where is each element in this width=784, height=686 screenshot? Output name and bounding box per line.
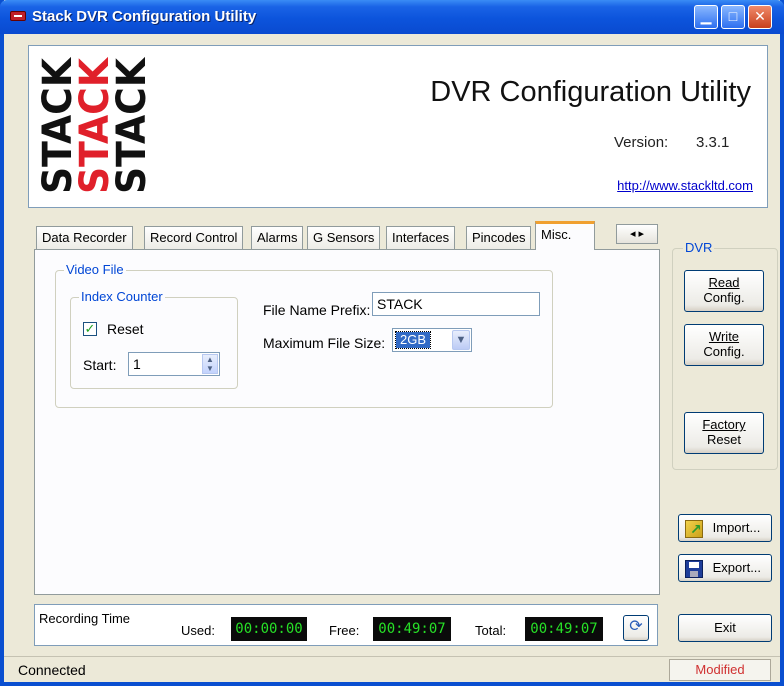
tab-data-recorder[interactable]: Data Recorder — [36, 226, 133, 250]
factory-reset-line1: Factory — [702, 417, 746, 432]
start-value: 1 — [133, 356, 141, 372]
total-label: Total: — [475, 623, 507, 638]
exit-button[interactable]: Exit — [678, 614, 772, 642]
reset-checkbox[interactable]: ✓ — [83, 322, 97, 336]
tab-pincodes[interactable]: Pincodes — [466, 226, 532, 250]
max-file-size-value: 2GB — [394, 331, 432, 349]
video-file-label: Video File — [64, 262, 126, 277]
header-panel: STACK STACK STACK DVR Configuration Util… — [28, 45, 768, 208]
tab-interfaces[interactable]: Interfaces — [386, 226, 456, 250]
file-name-prefix-input[interactable]: STACK — [372, 292, 540, 316]
recording-time-panel: Recording Time Used: 00:00:00 Free: 00:4… — [34, 604, 658, 646]
version-value: 3.3.1 — [696, 134, 730, 151]
index-counter-label: Index Counter — [79, 289, 165, 304]
title-bar[interactable]: Stack DVR Configuration Utility ▁ □ ✕ — [0, 0, 784, 34]
refresh-icon: ⟳ — [629, 618, 643, 635]
window-title: Stack DVR Configuration Utility — [32, 8, 257, 25]
spin-buttons[interactable]: ▲ ▼ — [202, 354, 218, 374]
close-icon: ✕ — [754, 8, 766, 24]
used-time-display: 00:00:00 — [231, 617, 307, 641]
start-spinbox[interactable]: 1 ▲ ▼ — [128, 352, 220, 376]
app-icon — [10, 11, 26, 21]
import-label: Import... — [712, 520, 761, 535]
version-label: Version: — [614, 134, 669, 151]
index-counter-group: Index Counter ✓ Reset Start: 1 ▲ ▼ — [70, 289, 238, 389]
spin-down-icon[interactable]: ▼ — [203, 364, 217, 373]
chevron-down-icon[interactable]: ▼ — [452, 330, 470, 350]
read-config-line2: Config. — [703, 290, 745, 305]
tab-g-sensors[interactable]: G Sensors — [307, 226, 381, 250]
minimize-icon: ▁ — [700, 8, 712, 24]
stack-logo: STACK STACK STACK — [39, 56, 151, 194]
file-name-prefix-label: File Name Prefix: — [263, 302, 371, 318]
logo-word-3: STACK — [109, 56, 151, 194]
website-link[interactable]: http://www.stackltd.com — [617, 178, 753, 193]
tab-scroll-buttons[interactable]: ◂ ▸ — [616, 224, 658, 244]
floppy-disk-icon — [685, 559, 703, 578]
spin-up-icon[interactable]: ▲ — [203, 355, 217, 364]
maximize-icon: □ — [728, 8, 738, 24]
max-file-size-label: Maximum File Size: — [263, 335, 386, 351]
modified-status: Modified — [669, 659, 771, 681]
free-label: Free: — [329, 623, 360, 638]
total-time-display: 00:49:07 — [525, 617, 603, 641]
read-config-button[interactable]: Read Config. — [684, 270, 764, 312]
misc-tab-page: Video File Index Counter ✓ Reset Start: … — [34, 249, 660, 595]
free-time-display: 00:49:07 — [373, 617, 451, 641]
dvr-group-label: DVR — [683, 240, 715, 255]
file-name-prefix-value: STACK — [377, 296, 423, 312]
recording-time-label: Recording Time — [39, 611, 131, 626]
read-config-line1: Read — [708, 275, 740, 290]
chevron-right-icon[interactable]: ▸ — [639, 228, 645, 240]
tab-misc[interactable]: Misc. — [535, 221, 595, 250]
max-file-size-combo[interactable]: 2GB ▼ — [392, 328, 472, 352]
import-button[interactable]: ↗ Import... — [678, 514, 772, 542]
used-label: Used: — [181, 623, 215, 638]
connection-status: Connected — [18, 662, 86, 678]
chevron-left-icon[interactable]: ◂ — [630, 228, 636, 240]
refresh-button[interactable]: ⟳ — [623, 615, 649, 641]
checkmark-icon: ✓ — [84, 321, 96, 336]
status-bar: Connected Modified — [4, 656, 780, 682]
factory-reset-button[interactable]: Factory Reset — [684, 412, 764, 454]
video-file-group: Video File Index Counter ✓ Reset Start: … — [55, 262, 553, 408]
import-icon: ↗ — [685, 519, 703, 538]
write-config-line2: Config. — [703, 344, 745, 359]
write-config-button[interactable]: Write Config. — [684, 324, 764, 366]
maximize-button[interactable]: □ — [721, 5, 745, 29]
header-title: DVR Configuration Utility — [430, 76, 751, 108]
start-label: Start: — [83, 357, 117, 373]
close-button[interactable]: ✕ — [748, 5, 772, 29]
minimize-button[interactable]: ▁ — [694, 5, 718, 29]
exit-label: Exit — [714, 620, 736, 635]
factory-reset-line2: Reset — [707, 432, 741, 447]
reset-label: Reset — [107, 321, 144, 337]
export-button[interactable]: Export... — [678, 554, 772, 582]
tab-record-control[interactable]: Record Control — [144, 226, 244, 250]
write-config-line1: Write — [708, 329, 740, 344]
export-label: Export... — [712, 560, 762, 575]
tab-alarms[interactable]: Alarms — [251, 226, 304, 250]
app-window: Stack DVR Configuration Utility ▁ □ ✕ ST… — [0, 0, 784, 686]
